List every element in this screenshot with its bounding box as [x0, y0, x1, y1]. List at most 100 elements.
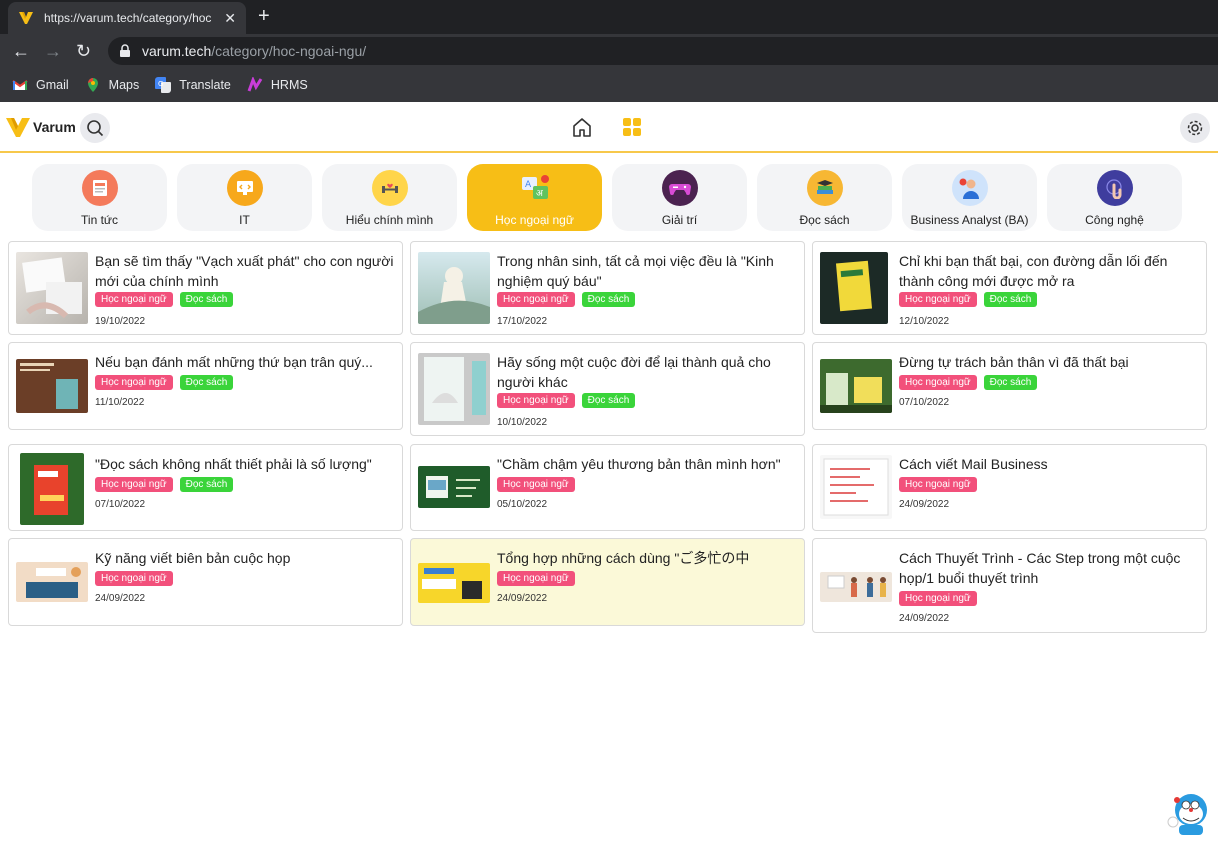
article-card[interactable]: Kỹ năng viết biên bản cuộc họp Học ngoại… — [8, 538, 403, 626]
article-tags: Học ngoại ngữ — [497, 571, 575, 586]
browser-toolbar: ← → ↻ varum.tech/category/hoc-ngoai-ngu/ — [0, 34, 1218, 68]
article-card[interactable]: Cách viết Mail Business Học ngoại ngữ 24… — [812, 444, 1207, 531]
tag-languages[interactable]: Học ngoại ngữ — [899, 292, 977, 307]
article-date: 19/10/2022 — [95, 316, 146, 327]
article-title[interactable]: Tổng hợp những cách dùng "ご多忙の中 — [497, 548, 797, 568]
settings-button[interactable] — [1180, 113, 1210, 143]
varum-favicon-icon — [19, 12, 33, 24]
article-card[interactable]: "Đọc sách không nhất thiết phải là số lư… — [8, 444, 403, 531]
mascot-widget[interactable] — [1165, 792, 1213, 843]
category-self[interactable]: Hiểu chính mình — [322, 164, 457, 231]
category-languages[interactable]: Aअ Học ngoại ngữ — [467, 164, 602, 231]
bookmark-translate[interactable]: G Translate — [155, 77, 231, 93]
tag-reading[interactable]: Đọc sách — [179, 292, 234, 307]
tag-reading[interactable]: Đọc sách — [179, 375, 234, 390]
category-reading[interactable]: Đọc sách — [757, 164, 892, 231]
tag-languages[interactable]: Học ngoại ngữ — [95, 292, 173, 307]
tag-reading[interactable]: Đọc sách — [983, 375, 1038, 390]
category-technology[interactable]: Công nghệ — [1047, 164, 1182, 231]
home-button[interactable] — [570, 116, 594, 145]
article-title[interactable]: Cách Thuyết Trình - Các Step trong một c… — [899, 548, 1199, 588]
bookmark-label: HRMS — [270, 78, 308, 92]
category-label: Business Analyst (BA) — [910, 213, 1029, 227]
article-thumbnail — [418, 353, 490, 425]
category-entertainment[interactable]: Giải trí — [612, 164, 747, 231]
tag-languages[interactable]: Học ngoại ngữ — [899, 591, 977, 606]
article-title[interactable]: Nếu bạn đánh mất những thứ bạn trân quý.… — [95, 352, 395, 372]
varum-logo-icon — [6, 118, 30, 137]
bookmark-gmail[interactable]: Gmail — [12, 77, 69, 93]
url-text: varum.tech/category/hoc-ngoai-ngu/ — [142, 43, 366, 59]
article-title[interactable]: Đừng tự trách bản thân vì đã thất bại — [899, 352, 1199, 372]
category-news[interactable]: Tin tức — [32, 164, 167, 231]
article-card[interactable]: Hãy sống một cuộc đời để lại thành quả c… — [410, 342, 805, 436]
analyst-icon — [951, 170, 988, 206]
article-card[interactable]: Chỉ khi bạn thất bại, con đường dẫn lối … — [812, 241, 1207, 335]
tag-languages[interactable]: Học ngoại ngữ — [95, 477, 173, 492]
article-title[interactable]: Kỹ năng viết biên bản cuộc họp — [95, 548, 395, 568]
article-title[interactable]: "Đọc sách không nhất thiết phải là số lư… — [95, 454, 395, 474]
translate-icon: G — [155, 77, 172, 93]
category-business-analyst[interactable]: Business Analyst (BA) — [902, 164, 1037, 231]
article-title[interactable]: "Chầm chậm yêu thương bản thân mình hơn" — [497, 454, 797, 474]
site-header: Varum — [0, 102, 1218, 153]
article-tags: Học ngoại ngữ Đọc sách — [899, 292, 1038, 307]
tag-reading[interactable]: Đọc sách — [581, 393, 636, 408]
bookmark-maps[interactable]: Maps — [85, 77, 139, 93]
article-date: 24/09/2022 — [95, 593, 146, 604]
tag-languages[interactable]: Học ngoại ngữ — [95, 375, 173, 390]
tag-languages[interactable]: Học ngoại ngữ — [497, 477, 575, 492]
categories-grid-button[interactable] — [622, 117, 642, 142]
article-tags: Học ngoại ngữ Đọc sách — [95, 292, 234, 307]
article-tags: Học ngoại ngữ Đọc sách — [899, 375, 1038, 390]
article-title[interactable]: Chỉ khi bạn thất bại, con đường dẫn lối … — [899, 251, 1199, 291]
tab-close-icon[interactable]: ✕ — [224, 10, 236, 27]
article-title[interactable]: Trong nhân sinh, tất cả mọi việc đều là … — [497, 251, 797, 291]
category-label: Giải trí — [661, 213, 698, 227]
article-title[interactable]: Cách viết Mail Business — [899, 454, 1199, 474]
article-card[interactable]: Đừng tự trách bản thân vì đã thất bại Họ… — [812, 342, 1207, 430]
reload-icon[interactable]: ↻ — [76, 41, 91, 61]
monitor-code-icon — [226, 170, 263, 206]
tag-languages[interactable]: Học ngoại ngữ — [497, 393, 575, 408]
tag-languages[interactable]: Học ngoại ngữ — [497, 571, 575, 586]
tag-reading[interactable]: Đọc sách — [983, 292, 1038, 307]
article-card[interactable]: Trong nhân sinh, tất cả mọi việc đều là … — [410, 241, 805, 335]
address-bar[interactable]: varum.tech/category/hoc-ngoai-ngu/ — [108, 37, 1218, 65]
tag-languages[interactable]: Học ngoại ngữ — [899, 375, 977, 390]
category-label: Đọc sách — [799, 213, 850, 227]
article-card[interactable]: "Chầm chậm yêu thương bản thân mình hơn"… — [410, 444, 805, 531]
tag-languages[interactable]: Học ngoại ngữ — [95, 571, 173, 586]
article-tags: Học ngoại ngữ Đọc sách — [95, 375, 234, 390]
article-tags: Học ngoại ngữ Đọc sách — [95, 477, 234, 492]
article-card[interactable]: Tổng hợp những cách dùng "ご多忙の中 Học ngoạ… — [410, 538, 805, 626]
site-logo[interactable]: Varum — [6, 116, 76, 138]
tag-languages[interactable]: Học ngoại ngữ — [899, 477, 977, 492]
search-button[interactable] — [80, 113, 110, 143]
news-icon — [81, 170, 118, 206]
back-icon[interactable]: ← — [12, 41, 30, 61]
article-title[interactable]: Bạn sẽ tìm thấy "Vạch xuất phát" cho con… — [95, 251, 395, 291]
bookmark-hrms[interactable]: HRMS — [247, 77, 308, 93]
url-host: varum.tech — [142, 43, 212, 59]
article-tags: Học ngoại ngữ — [899, 591, 977, 606]
forward-icon[interactable]: → — [44, 41, 62, 61]
article-tags: Học ngoại ngữ Đọc sách — [497, 292, 636, 307]
article-thumbnail — [16, 359, 88, 413]
category-nav: Tin tức IT Hiểu chính mình Aअ Học ngoại … — [32, 164, 1182, 231]
url-path: /category/hoc-ngoai-ngu/ — [211, 43, 367, 59]
new-tab-icon[interactable]: + — [258, 6, 270, 26]
tag-reading[interactable]: Đọc sách — [179, 477, 234, 492]
lock-icon — [120, 44, 130, 57]
article-card[interactable]: Nếu bạn đánh mất những thứ bạn trân quý.… — [8, 342, 403, 430]
article-card[interactable]: Bạn sẽ tìm thấy "Vạch xuất phát" cho con… — [8, 241, 403, 335]
article-thumbnail — [820, 572, 892, 602]
category-label: Học ngoại ngữ — [495, 213, 574, 227]
browser-tab[interactable]: https://varum.tech/category/hoc ✕ — [8, 2, 246, 34]
tag-languages[interactable]: Học ngoại ngữ — [497, 292, 575, 307]
tag-reading[interactable]: Đọc sách — [581, 292, 636, 307]
category-it[interactable]: IT — [177, 164, 312, 231]
article-tags: Học ngoại ngữ — [899, 477, 977, 492]
article-title[interactable]: Hãy sống một cuộc đời để lại thành quả c… — [497, 352, 797, 392]
article-card[interactable]: Cách Thuyết Trình - Các Step trong một c… — [812, 538, 1207, 633]
